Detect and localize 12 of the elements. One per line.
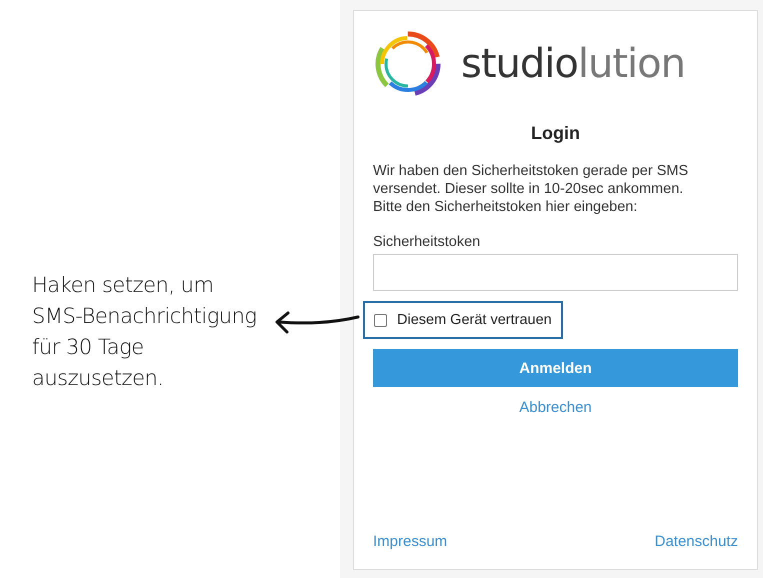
token-label: Sicherheitstoken [373, 234, 482, 250]
token-input-field[interactable] [373, 254, 738, 291]
login-title: Login [530, 123, 581, 144]
brand-wordmark: studiolution [461, 41, 685, 87]
cancel-link[interactable]: Abbrechen [519, 399, 592, 416]
imprint-link[interactable]: Impressum [373, 533, 448, 550]
trust-device-checkbox[interactable]: Diesem Gerät vertrauen [363, 301, 563, 339]
instruction-text: Wir haben den Sicherheitstoken gerade per SMS versendet. Dieser sollte in 10-20sec ankommen. Bitte den Sicherheitstoken hier eingeben: [373, 162, 690, 216]
annotation-note: Haken setzen, um SMS-Benachrichtigung für 30 Tage auszusetzen. [32, 272, 257, 392]
checkbox-icon[interactable] [374, 314, 387, 326]
login-button[interactable]: Anmelden [373, 349, 738, 387]
privacy-link[interactable]: Datenschutz [654, 533, 738, 550]
